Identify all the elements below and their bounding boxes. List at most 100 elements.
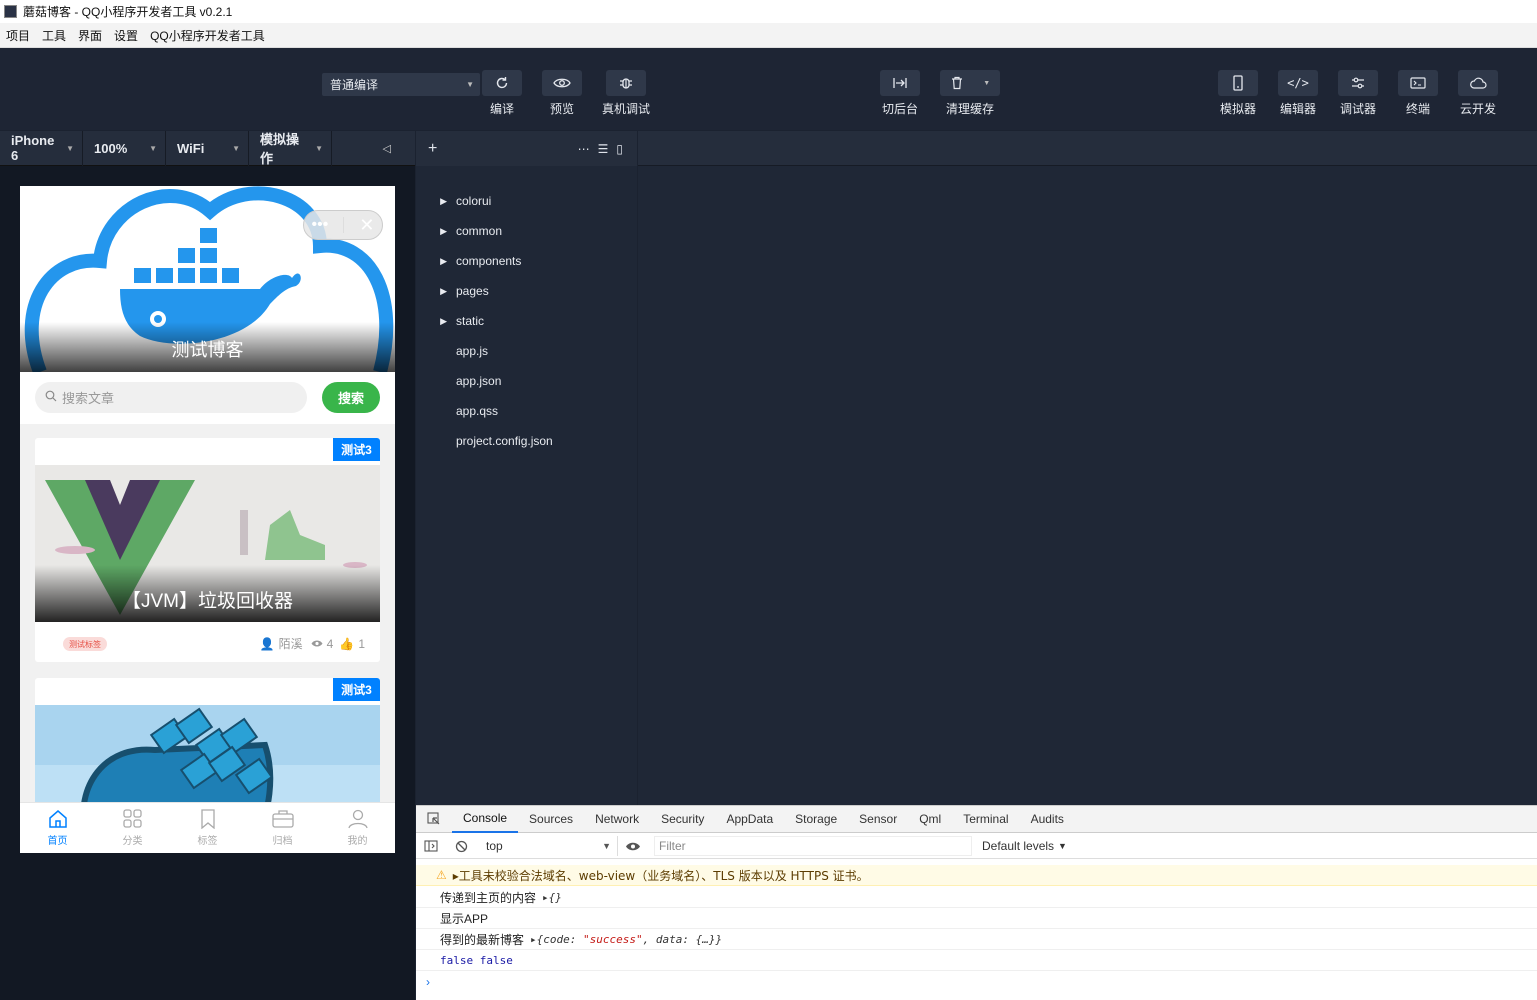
tab-qml[interactable]: Qml: [908, 806, 952, 833]
article-card[interactable]: 测试3 【JVM】垃圾回收器 测试标签 👤 陌溪 4 👍 1: [35, 438, 380, 662]
console-filter-input[interactable]: Filter: [654, 836, 972, 856]
caret-right-icon: ▶: [440, 285, 447, 296]
file-project-config[interactable]: project.config.json: [416, 426, 553, 456]
app-icon: [4, 5, 17, 18]
editor-area[interactable]: [638, 166, 1537, 805]
article-tag[interactable]: 测试标签: [63, 637, 107, 651]
menu-bar: 项目 工具 界面 设置 QQ小程序开发者工具: [0, 23, 1537, 48]
terminal-toggle-button[interactable]: 终端: [1386, 70, 1450, 117]
tab-network[interactable]: Network: [584, 806, 650, 833]
preview-button[interactable]: 预览: [530, 70, 594, 117]
tab-home[interactable]: 首页: [20, 803, 95, 853]
trash-icon: ▼: [940, 70, 1000, 96]
tab-appdata[interactable]: AppData: [715, 806, 784, 833]
device-select[interactable]: iPhone 6 ▼: [0, 130, 83, 166]
log-text: 显示APP: [440, 911, 489, 926]
tab-archive[interactable]: 归档: [245, 803, 320, 853]
file-tree: ▶ colorui ▶ common ▶ components ▶ pages ▶ sta…: [416, 166, 637, 805]
file-app-js[interactable]: app.js: [416, 336, 488, 366]
compile-mode-select[interactable]: 普通编译 ▼: [322, 73, 480, 96]
console-log: 显示APP: [416, 908, 1537, 929]
menu-item-settings[interactable]: 设置: [114, 27, 138, 44]
console-prompt[interactable]: ›: [416, 971, 1537, 992]
folder-common[interactable]: ▶ common: [416, 216, 502, 246]
switch-background-icon: [880, 70, 920, 96]
folder-pages[interactable]: ▶ pages: [416, 276, 489, 306]
tab-category[interactable]: 分类: [95, 803, 170, 853]
menu-item-interface[interactable]: 界面: [78, 27, 102, 44]
file-name: app.qss: [456, 404, 499, 418]
clear-console-icon[interactable]: [446, 840, 476, 853]
cloud-dev-button[interactable]: 云开发: [1446, 70, 1510, 117]
mini-program-capsule[interactable]: ••• ✕: [303, 210, 383, 240]
inspect-element-icon[interactable]: [416, 812, 452, 826]
phone-screen[interactable]: 测试博客 ••• ✕ 搜索文章 搜索 测试3 【JVM】垃圾回收器 测试标签 👤…: [20, 186, 395, 853]
tab-sensor[interactable]: Sensor: [848, 806, 908, 833]
prompt-chevron-icon: ›: [426, 974, 430, 989]
layout-icon[interactable]: ▯: [616, 142, 623, 156]
tab-sources[interactable]: Sources: [518, 806, 584, 833]
compile-label: 编译: [489, 102, 514, 116]
more-icon[interactable]: ⋯: [578, 142, 590, 156]
cloud-dev-label: 云开发: [1459, 102, 1496, 116]
collapse-icon[interactable]: ☰: [598, 142, 609, 156]
debugger-toggle-button[interactable]: 调试器: [1326, 70, 1390, 117]
briefcase-icon: [271, 809, 294, 832]
filter-placeholder: Filter: [659, 839, 686, 853]
tab-storage[interactable]: Storage: [784, 806, 848, 833]
switch-background-button[interactable]: 切后台: [868, 70, 932, 117]
menu-item-app[interactable]: QQ小程序开发者工具: [150, 27, 265, 44]
tab-mine[interactable]: 我的: [320, 803, 395, 853]
window-title: 蘑菇博客 - QQ小程序开发者工具 v0.2.1: [23, 5, 233, 19]
banner[interactable]: 测试博客 ••• ✕: [20, 186, 395, 372]
switch-background-label: 切后台: [881, 102, 918, 116]
chevron-down-icon: ▼: [149, 143, 157, 153]
clear-cache-button[interactable]: ▼ 清理缓存: [938, 70, 1002, 117]
article-likes: 1: [358, 636, 365, 651]
tab-security[interactable]: Security: [650, 806, 715, 833]
folder-name: colorui: [456, 194, 492, 208]
tab-console[interactable]: Console: [452, 806, 519, 833]
chevron-down-icon: ▼: [1058, 841, 1067, 851]
volume-button[interactable]: ◁: [332, 131, 415, 166]
menu-item-project[interactable]: 项目: [6, 27, 30, 44]
search-button[interactable]: 搜索: [322, 382, 380, 413]
add-file-icon[interactable]: +: [428, 140, 437, 158]
phone-icon: [1218, 70, 1258, 96]
editor-toggle-button[interactable]: </> 编辑器: [1266, 70, 1330, 117]
more-icon[interactable]: •••: [312, 216, 329, 234]
eye-icon[interactable]: [618, 841, 648, 852]
chevron-down-icon: ▼: [232, 143, 240, 153]
refresh-icon: [482, 70, 522, 96]
editor-label: 编辑器: [1279, 102, 1316, 116]
context-select[interactable]: top ▼: [476, 836, 618, 856]
tab-audits[interactable]: Audits: [1020, 806, 1075, 833]
folder-components[interactable]: ▶ components: [416, 246, 521, 276]
simulate-operation-select[interactable]: 模拟操作 ▼: [249, 130, 332, 166]
network-select[interactable]: WiFi ▼: [166, 130, 249, 166]
search-input[interactable]: 搜索文章: [35, 382, 307, 413]
zoom-select[interactable]: 100% ▼: [83, 130, 166, 166]
tab-terminal[interactable]: Terminal: [952, 806, 1019, 833]
cloud-icon: [1458, 70, 1498, 96]
chevron-down-icon: ▼: [602, 841, 611, 851]
file-app-qss[interactable]: app.qss: [416, 396, 498, 426]
folder-colorui[interactable]: ▶ colorui: [416, 186, 491, 216]
article-author: 陌溪: [278, 637, 303, 651]
menu-item-tools[interactable]: 工具: [42, 27, 66, 44]
file-app-json[interactable]: app.json: [416, 366, 501, 396]
folder-static[interactable]: ▶ static: [416, 306, 484, 336]
log-object[interactable]: ▸{}: [542, 891, 562, 904]
tab-tags[interactable]: 标签: [170, 803, 245, 853]
remote-debug-button[interactable]: 真机调试: [594, 70, 658, 117]
close-icon[interactable]: ✕: [359, 215, 374, 236]
log-levels-select[interactable]: Default levels ▼: [982, 839, 1067, 853]
compile-button[interactable]: 编译: [470, 70, 534, 117]
title-bar: 蘑菇博客 - QQ小程序开发者工具 v0.2.1: [0, 0, 1537, 23]
simulator-toggle-button[interactable]: 模拟器: [1206, 70, 1270, 117]
zoom-label: 100%: [94, 140, 128, 156]
file-name: app.json: [456, 374, 502, 388]
sidebar-toggle-icon[interactable]: [416, 840, 446, 852]
file-tree-toolbar: + ⋯ ☰ ▯: [416, 131, 637, 166]
log-object[interactable]: ▸{code: "success", data: {…}}: [530, 933, 722, 946]
